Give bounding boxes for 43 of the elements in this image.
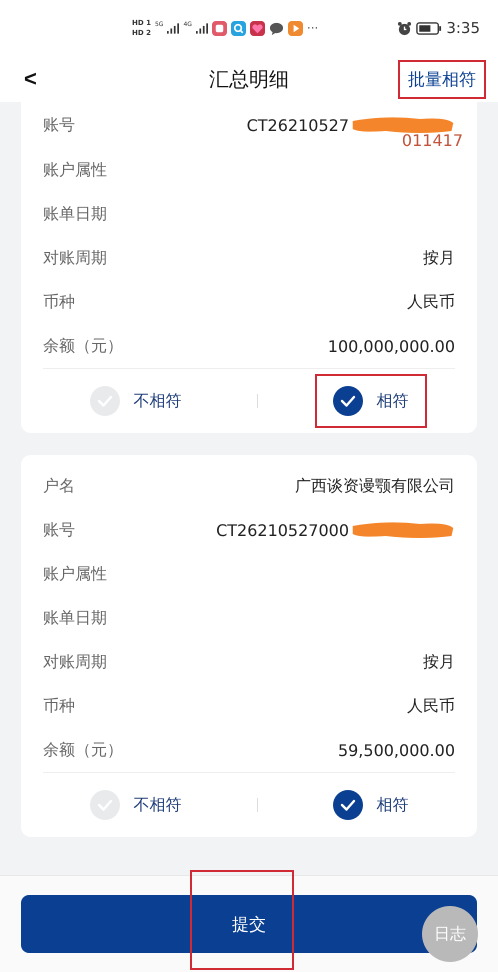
field-label: 账号: [43, 520, 75, 540]
back-button[interactable]: <: [24, 66, 37, 92]
battery-icon: [416, 22, 442, 34]
field-value: 59,500,000.00: [338, 740, 455, 760]
alarm-icon: [397, 20, 412, 36]
chat-icon: [268, 20, 284, 36]
field-label: 币种: [43, 696, 75, 716]
field-label: 对账周期: [43, 248, 107, 268]
page-title: 汇总明细: [209, 66, 289, 92]
more-notifications: ···: [306, 21, 318, 35]
field-label: 余额（元）: [43, 740, 123, 760]
check-icon: [332, 386, 362, 416]
match-option[interactable]: 相符: [314, 778, 426, 832]
field-label: 账单日期: [43, 608, 107, 628]
field-value: CT26210527000: [216, 520, 349, 540]
field-value: 人民币: [407, 696, 455, 716]
app-icon: [212, 20, 227, 36]
check-icon: [332, 790, 362, 820]
field-value: 011417: [402, 131, 463, 150]
signal-icon: [167, 22, 180, 34]
field-value: 人民币: [407, 292, 455, 312]
clock-time: 3:35: [446, 19, 480, 37]
field-label: 账单日期: [43, 204, 107, 224]
field-label: 户名: [43, 476, 75, 496]
field-label: 账户属性: [43, 160, 107, 180]
field-value: 按月: [423, 652, 455, 672]
field-label: 账户属性: [43, 564, 107, 584]
heart-icon: [250, 20, 265, 36]
field-value: CT26210527: [246, 116, 349, 134]
search-icon: [230, 20, 246, 36]
field-label: 账号: [43, 114, 75, 136]
field-label: 币种: [43, 292, 75, 312]
match-option[interactable]: 相符: [314, 374, 426, 428]
field-value: 100,000,000.00: [328, 336, 455, 356]
field-label: 余额（元）: [43, 336, 123, 356]
field-value: 广西谈资谩颚有限公司: [295, 476, 455, 496]
signal-icon: [196, 22, 208, 34]
field-label: 对账周期: [43, 652, 107, 672]
match-option[interactable]: 不相符: [72, 374, 200, 428]
batch-match-button[interactable]: 批量相符: [398, 60, 486, 98]
match-option[interactable]: 不相符: [72, 778, 200, 832]
play-icon: [288, 20, 303, 36]
field-value: 按月: [423, 248, 455, 268]
